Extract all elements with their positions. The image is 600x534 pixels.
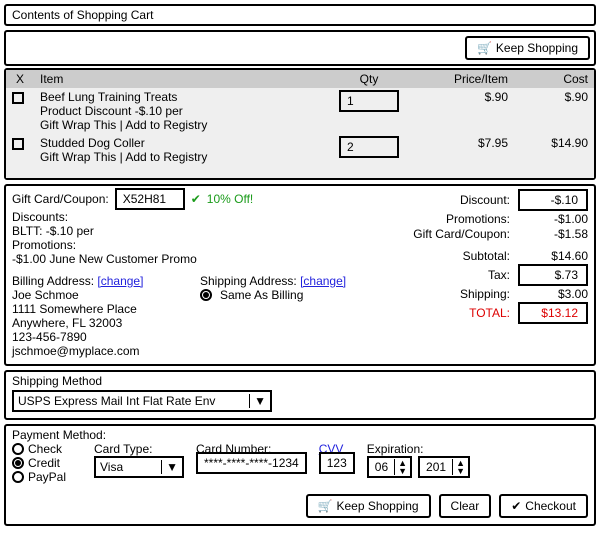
- shipping-method-value: USPS Express Mail Int Flat Rate Env: [18, 394, 243, 408]
- expiration-label: Expiration:: [367, 442, 470, 456]
- pay-check-radio[interactable]: [12, 443, 24, 455]
- keep-shopping-button[interactable]: Keep Shopping: [465, 36, 590, 60]
- promo-value: -$1.00: [518, 212, 588, 226]
- table-row: Studded Dog Coller Gift Wrap This | Add …: [6, 134, 594, 166]
- page-title: Contents of Shopping Cart: [12, 8, 588, 22]
- cardtype-value: Visa: [100, 460, 155, 474]
- checkout-button[interactable]: Checkout: [499, 494, 588, 518]
- item-cost: $14.90: [514, 134, 594, 166]
- pay-paypal-radio[interactable]: [12, 471, 24, 483]
- cardnum-input[interactable]: ****-****-****-1234: [196, 452, 307, 474]
- same-as-billing-radio[interactable]: [200, 289, 212, 301]
- col-price: Price/Item: [414, 70, 514, 88]
- qty-input[interactable]: 2: [339, 136, 399, 158]
- cardtype-label: Card Type:: [94, 442, 184, 456]
- gc-value: -$1.58: [518, 227, 588, 241]
- chevron-down-icon: ▼: [161, 460, 178, 474]
- tax-value: $.73: [518, 264, 588, 286]
- shipping-label: Shipping:: [460, 287, 510, 301]
- col-cost: Cost: [514, 70, 594, 88]
- tax-label: Tax:: [488, 268, 510, 282]
- clear-button[interactable]: Clear: [439, 494, 492, 518]
- qty-input[interactable]: 1: [339, 90, 399, 112]
- remove-checkbox[interactable]: [12, 138, 24, 150]
- pay-credit-radio[interactable]: [12, 457, 24, 469]
- shipping-value: $3.00: [518, 287, 588, 301]
- cardtype-select[interactable]: Visa ▼: [94, 456, 184, 478]
- billing-line: Anywhere, FL 32003: [12, 316, 188, 330]
- pay-credit-label: Credit: [28, 456, 60, 470]
- clear-label: Clear: [451, 499, 480, 513]
- pay-check-label: Check: [28, 442, 62, 456]
- spinner-arrows-icon: ▲▼: [394, 459, 410, 475]
- billing-line: 123-456-7890: [12, 330, 188, 344]
- keep-shopping-button[interactable]: Keep Shopping: [306, 494, 431, 518]
- item-actions[interactable]: Gift Wrap This | Add to Registry: [40, 150, 318, 164]
- keep-shopping-label: Keep Shopping: [496, 41, 578, 55]
- item-name: Beef Lung Training Treats: [40, 90, 318, 104]
- discount-line: BLTT: -$.10 per: [12, 224, 376, 238]
- promo-label: Promotions:: [446, 212, 510, 226]
- coupon-label: Gift Card/Coupon:: [12, 192, 109, 206]
- cart-icon: [318, 499, 333, 513]
- discount-value: -$.10: [518, 189, 588, 211]
- coupon-input[interactable]: X52H81: [115, 188, 185, 210]
- shipping-method-title: Shipping Method: [12, 374, 588, 388]
- exp-month-value: 06: [369, 458, 394, 476]
- checkmark-icon: [191, 192, 201, 206]
- billing-line: jschmoe@myplace.com: [12, 344, 188, 358]
- check-icon: [511, 499, 521, 513]
- billing-line: 1111 Somewhere Place: [12, 302, 188, 316]
- billing-line: Joe Schmoe: [12, 288, 188, 302]
- item-actions[interactable]: Gift Wrap This | Add to Registry: [40, 118, 318, 132]
- chevron-down-icon: ▼: [249, 394, 266, 408]
- subtotal-label: Subtotal:: [463, 249, 510, 263]
- promotion-line: -$1.00 June New Customer Promo: [12, 252, 376, 266]
- col-x: X: [6, 70, 34, 88]
- item-discount: Product Discount -$.10 per: [40, 104, 318, 118]
- cart-table: X Item Qty Price/Item Cost Beef Lung Tra…: [6, 70, 594, 178]
- checkout-label: Checkout: [525, 499, 576, 513]
- exp-year-stepper[interactable]: 201▲▼: [418, 456, 470, 478]
- discount-label: Discount:: [460, 193, 510, 207]
- coupon-msg: 10% Off!: [207, 192, 253, 206]
- cart-icon: [477, 41, 492, 55]
- exp-year-value: 201: [420, 458, 452, 476]
- cvv-input[interactable]: 123: [319, 452, 355, 474]
- same-as-billing-label: Same As Billing: [220, 288, 303, 302]
- shipping-title: Shipping Address:: [200, 274, 297, 288]
- col-item: Item: [34, 70, 324, 88]
- total-label: TOTAL:: [469, 306, 510, 320]
- item-price: $.90: [414, 88, 514, 134]
- item-price: $7.95: [414, 134, 514, 166]
- keep-shopping-label: Keep Shopping: [336, 499, 418, 513]
- discounts-label: Discounts:: [12, 210, 376, 224]
- gc-label: Gift Card/Coupon:: [413, 227, 510, 241]
- promotions-label: Promotions:: [12, 238, 376, 252]
- total-value: $13.12: [518, 302, 588, 324]
- shipping-change-link[interactable]: [change]: [300, 274, 346, 288]
- item-name: Studded Dog Coller: [40, 136, 318, 150]
- item-cost: $.90: [514, 88, 594, 134]
- payment-title: Payment Method:: [12, 428, 588, 442]
- exp-month-stepper[interactable]: 06▲▼: [367, 456, 412, 478]
- billing-title: Billing Address:: [12, 274, 94, 288]
- col-qty: Qty: [324, 70, 414, 88]
- pay-paypal-label: PayPal: [28, 470, 66, 484]
- remove-checkbox[interactable]: [12, 92, 24, 104]
- billing-change-link[interactable]: [change]: [97, 274, 143, 288]
- subtotal-value: $14.60: [518, 249, 588, 263]
- shipping-method-select[interactable]: USPS Express Mail Int Flat Rate Env ▼: [12, 390, 272, 412]
- table-row: Beef Lung Training Treats Product Discou…: [6, 88, 594, 134]
- spinner-arrows-icon: ▲▼: [452, 459, 468, 475]
